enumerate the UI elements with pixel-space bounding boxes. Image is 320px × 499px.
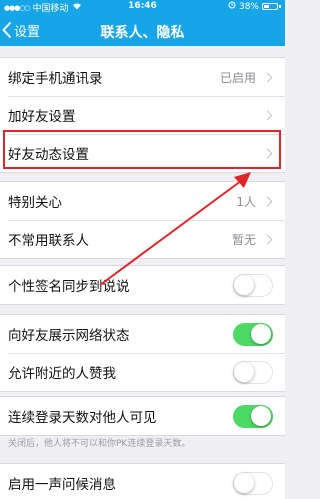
group-signature: 个性签名同步到说说 xyxy=(0,265,285,305)
alarm-icon xyxy=(228,1,236,12)
battery-percent: 38% xyxy=(238,1,259,12)
chevron-right-icon xyxy=(262,72,273,82)
status-bar: ●●●○○ 中国移动 16:46 38% xyxy=(0,0,285,14)
row-label: 启用一声问候消息 xyxy=(8,477,116,493)
toggle-switch[interactable] xyxy=(233,471,273,495)
group-login-days: 连续登录天数对他人可见 xyxy=(0,396,285,436)
row-label: 个性签名同步到说说 xyxy=(8,279,130,295)
row-label: 好友动态设置 xyxy=(8,147,89,163)
group-contacts: 绑定手机通讯录 已启用 加好友设置 好友动态设置 xyxy=(0,57,285,173)
group-visibility: 向好友展示网络状态 允许附近的人赞我 xyxy=(0,314,285,392)
login-days-note: 关闭后，他人将不可以和你PK连续登录天数。 xyxy=(8,439,191,449)
row-sync-signature: 个性签名同步到说说 xyxy=(0,266,285,304)
chevron-right-icon xyxy=(262,110,273,120)
toggle-switch[interactable] xyxy=(233,360,273,384)
row-label: 允许附近的人赞我 xyxy=(8,366,116,382)
chevron-right-icon xyxy=(262,196,273,206)
status-right: 38% xyxy=(228,1,281,12)
row-value: 暂无 xyxy=(231,232,256,247)
row-label: 特别关心 xyxy=(8,195,62,211)
row-allow-nearby-like: 允许附近的人赞我 xyxy=(0,353,285,391)
row-friend-feed-settings[interactable]: 好友动态设置 xyxy=(0,134,285,172)
page-title: 联系人、隐私 xyxy=(100,25,185,41)
row-label: 绑定手机通讯录 xyxy=(8,71,103,87)
toggle-switch[interactable] xyxy=(233,273,273,297)
row-value: 1人 xyxy=(236,194,256,209)
row-infrequent-contacts[interactable]: 不常用联系人 暂无 xyxy=(0,220,285,258)
group-special: 特别关心 1人 不常用联系人 暂无 xyxy=(0,181,285,259)
chevron-right-icon xyxy=(262,234,273,244)
row-show-network-status: 向好友展示网络状态 xyxy=(0,315,285,353)
nav-bar: 设置 联系人、隐私 xyxy=(0,14,285,46)
row-label: 加好友设置 xyxy=(8,109,76,125)
chevron-right-icon xyxy=(262,148,273,158)
battery-icon xyxy=(262,3,278,10)
row-value: 已启用 xyxy=(219,70,256,85)
row-label: 连续登录天数对他人可见 xyxy=(8,410,157,426)
row-login-days-visible: 连续登录天数对他人可见 xyxy=(0,397,285,435)
row-add-friend-settings[interactable]: 加好友设置 xyxy=(0,96,285,134)
row-special-care[interactable]: 特别关心 1人 xyxy=(0,182,285,220)
toggle-switch[interactable] xyxy=(233,404,273,428)
row-greeting-message: 启用一声问候消息 xyxy=(0,464,285,499)
row-label: 向好友展示网络状态 xyxy=(8,328,130,344)
toggle-switch[interactable] xyxy=(233,322,273,346)
row-bind-phone-contacts[interactable]: 绑定手机通讯录 已启用 xyxy=(0,58,285,96)
group-greeting: 启用一声问候消息 xyxy=(0,463,285,499)
row-label: 不常用联系人 xyxy=(8,233,89,249)
